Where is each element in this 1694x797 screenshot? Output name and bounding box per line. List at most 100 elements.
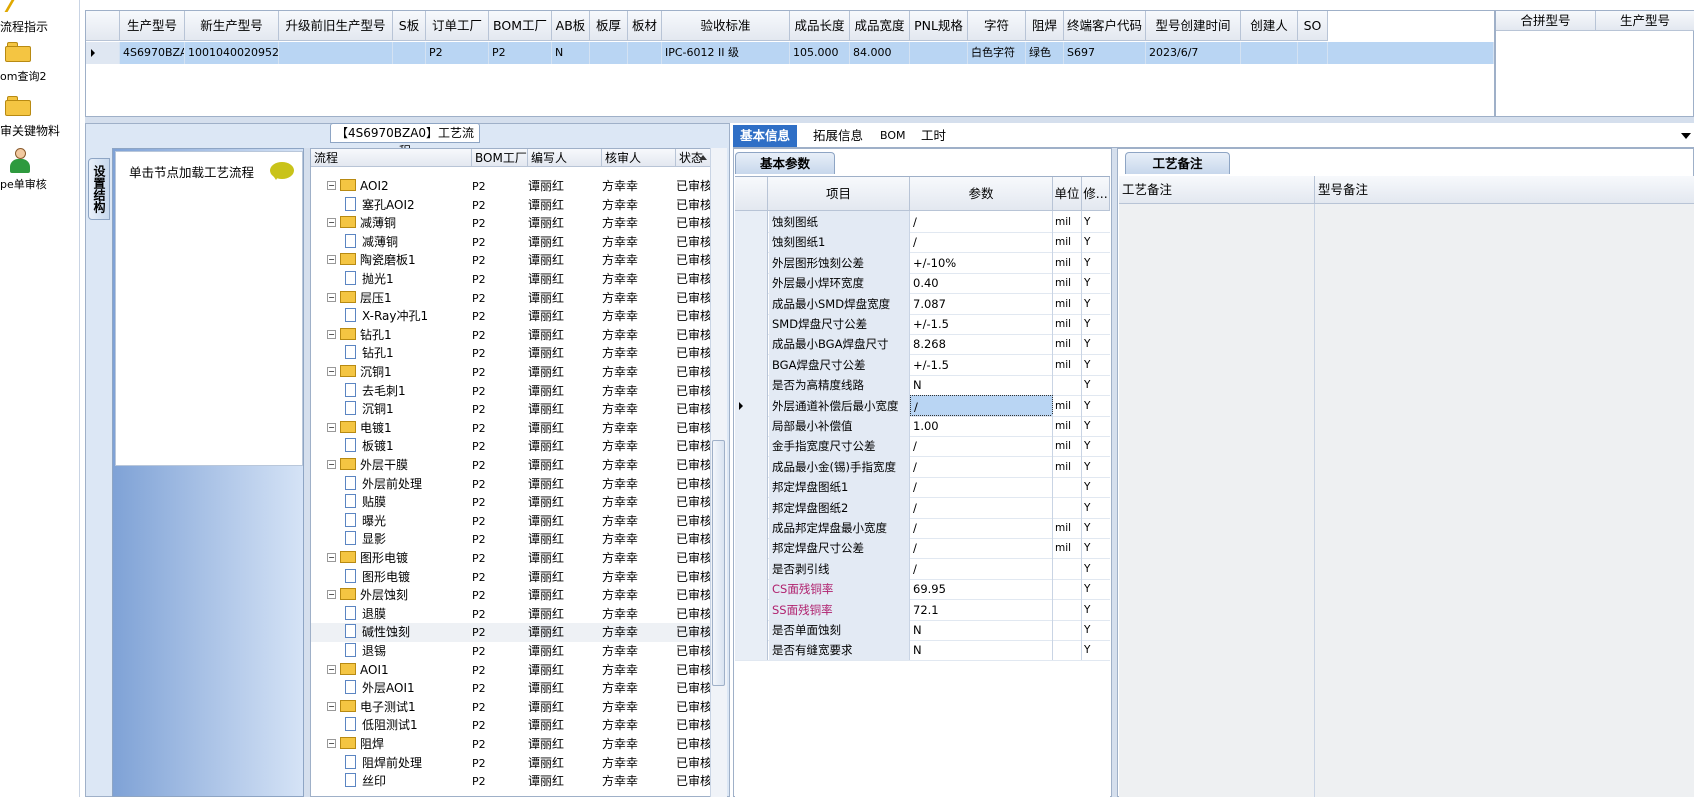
param-row[interactable]: 蚀刻图纸 / mil Y bbox=[735, 211, 1110, 233]
param-row[interactable]: 邦定焊盘尺寸公差 / mil Y bbox=[735, 537, 1110, 560]
tree-col-header[interactable]: 核审人 bbox=[602, 149, 676, 167]
param-row[interactable]: CS面残铜率 69.95 Y bbox=[735, 578, 1110, 601]
row-selector[interactable] bbox=[735, 639, 768, 661]
tree-node[interactable]: 退锡 bbox=[311, 642, 449, 661]
grid-cell[interactable] bbox=[628, 42, 662, 64]
collapse-toggle-icon[interactable]: − bbox=[327, 292, 336, 302]
grid-cell[interactable]: 10010400209525 bbox=[185, 42, 279, 64]
grid-cell[interactable] bbox=[590, 42, 628, 64]
tab-basic-info[interactable]: 基本信息 bbox=[733, 125, 798, 147]
param-value[interactable]: 7.087 bbox=[910, 292, 1053, 314]
param-value[interactable]: / bbox=[910, 496, 1053, 518]
tree-node[interactable]: X-Ray冲孔1 bbox=[311, 307, 449, 326]
collapse-toggle-icon[interactable]: − bbox=[327, 460, 336, 469]
tree-row[interactable]: − 减薄铜 P2 谭丽红 方幸幸 已审核 bbox=[311, 214, 712, 233]
tree-row[interactable]: X-Ray冲孔1 P2 谭丽红 方幸幸 已审核 bbox=[311, 307, 712, 326]
tree-row[interactable]: 钻孔1 P2 谭丽红 方幸幸 已审核 bbox=[311, 344, 712, 363]
tree-row[interactable]: − 外层干膜 P2 谭丽红 方幸幸 已审核 bbox=[311, 456, 712, 475]
col-header[interactable]: 成品长度 bbox=[790, 11, 850, 41]
basic-col-header[interactable]: 项目 bbox=[768, 177, 910, 211]
grid-cell[interactable] bbox=[393, 42, 426, 64]
param-value[interactable]: / bbox=[910, 211, 1053, 232]
tree-node[interactable]: − 陶瓷磨板1 bbox=[311, 251, 449, 270]
param-value[interactable]: N bbox=[910, 619, 1053, 640]
tree-node[interactable]: − 电子测试1 bbox=[311, 698, 449, 717]
col-header[interactable]: SO bbox=[1298, 11, 1328, 41]
tree-node[interactable]: − 阻焊 bbox=[311, 735, 449, 754]
tree-row[interactable]: − 沉铜1 P2 谭丽红 方幸幸 已审核 bbox=[311, 363, 712, 382]
col-header[interactable]: S板 bbox=[393, 11, 426, 41]
row-selector[interactable] bbox=[735, 272, 768, 294]
nav-item-bom-query[interactable]: om查询2 bbox=[0, 68, 78, 84]
row-selector[interactable] bbox=[735, 496, 768, 518]
param-row[interactable]: 是否为高精度线路 N Y bbox=[735, 374, 1110, 397]
tree-node[interactable]: 丝印 bbox=[311, 772, 449, 791]
row-selector[interactable] bbox=[735, 619, 768, 640]
param-value[interactable]: / bbox=[910, 517, 1053, 538]
tree-node[interactable]: − AOI1 bbox=[311, 661, 449, 680]
row-selector[interactable] bbox=[735, 231, 768, 253]
tree-col-header[interactable]: 流程 bbox=[311, 149, 472, 167]
tree-node[interactable]: − 钻孔1 bbox=[311, 326, 449, 345]
grid-cell[interactable] bbox=[910, 42, 968, 64]
param-value[interactable]: / bbox=[910, 435, 1053, 457]
col-header[interactable]: 板厚 bbox=[590, 11, 628, 41]
tree-row[interactable]: 丝印 P2 谭丽红 方幸幸 已审核 bbox=[311, 772, 712, 791]
grid-cell[interactable]: S697 bbox=[1064, 42, 1146, 64]
collapse-toggle-icon[interactable]: − bbox=[327, 739, 336, 748]
col-merge-model[interactable]: 合拼型号 bbox=[1496, 11, 1596, 31]
collapse-toggle-icon[interactable]: − bbox=[327, 701, 336, 711]
tree-node[interactable]: 抛光1 bbox=[311, 270, 449, 289]
collapse-toggle-icon[interactable]: − bbox=[327, 422, 336, 432]
param-value[interactable]: +/-1.5 bbox=[910, 353, 1053, 375]
param-row[interactable]: 局部最小补偿值 1.00 mil Y bbox=[735, 415, 1110, 437]
tree-node[interactable]: 钻孔1 bbox=[311, 344, 449, 363]
tree-row[interactable]: − 外层蚀刻 P2 谭丽红 方幸幸 已审核 bbox=[311, 586, 712, 605]
col-header[interactable]: PNL规格 bbox=[910, 11, 968, 41]
param-value[interactable]: / bbox=[910, 394, 1053, 416]
tree-node[interactable]: 外层AOI1 bbox=[311, 679, 449, 698]
col-header[interactable]: 字符 bbox=[968, 11, 1026, 41]
tree-row[interactable]: − 阻焊 P2 谭丽红 方幸幸 已审核 bbox=[311, 735, 712, 754]
param-row[interactable]: 是否单面蚀刻 N Y bbox=[735, 619, 1110, 641]
grid-cell[interactable]: 84.000 bbox=[850, 42, 910, 64]
param-value[interactable]: / bbox=[910, 537, 1053, 559]
tree-node[interactable]: 去毛刺1 bbox=[311, 382, 449, 401]
tree-row[interactable]: 贴膜 P2 谭丽红 方幸幸 已审核 bbox=[311, 493, 712, 512]
param-value[interactable]: 1.00 bbox=[910, 415, 1053, 436]
col-header[interactable]: 创建人 bbox=[1241, 11, 1298, 41]
col-header[interactable]: 验收标准 bbox=[662, 11, 790, 41]
tree-node[interactable]: 显影 bbox=[311, 530, 449, 549]
tree-node[interactable]: − AOI2 bbox=[311, 177, 449, 196]
col-model-note[interactable]: 型号备注 bbox=[1315, 176, 1694, 204]
tree-row[interactable]: 阻焊前处理 P2 谭丽红 方幸幸 已审核 bbox=[311, 754, 712, 773]
tree-row[interactable]: 外层AOI1 P2 谭丽红 方幸幸 已审核 bbox=[311, 679, 712, 698]
tab-bom[interactable]: BOM bbox=[873, 125, 913, 147]
row-selector[interactable] bbox=[735, 292, 768, 314]
tree-row[interactable]: 外层前处理 P2 谭丽红 方幸幸 已审核 bbox=[311, 475, 712, 494]
tab-process-notes[interactable]: 工艺备注 bbox=[1125, 152, 1230, 174]
basic-col-header[interactable]: 参数 bbox=[910, 177, 1053, 211]
param-row[interactable]: 蚀刻图纸1/mil Y bbox=[735, 231, 1110, 254]
col-process-note[interactable]: 工艺备注 bbox=[1119, 176, 1315, 204]
collapse-toggle-icon[interactable]: − bbox=[327, 329, 336, 339]
row-selector[interactable] bbox=[735, 211, 768, 232]
tree-node[interactable]: 退膜 bbox=[311, 605, 449, 624]
process-note-field[interactable] bbox=[1119, 204, 1315, 797]
tab-work-hours[interactable]: 工时 bbox=[914, 125, 953, 147]
param-value[interactable]: 0.40 bbox=[910, 272, 1053, 294]
basic-col-header[interactable]: 单位 bbox=[1053, 177, 1082, 211]
tree-row[interactable]: − 电镀1 P2 谭丽红 方幸幸 已审核 bbox=[311, 419, 712, 438]
col-header[interactable]: 生产型号 bbox=[120, 11, 185, 41]
col-header[interactable]: 阻焊 bbox=[1026, 11, 1064, 41]
tree-node[interactable]: 碱性蚀刻 bbox=[311, 623, 449, 642]
collapse-toggle-icon[interactable]: − bbox=[327, 590, 336, 600]
row-selector[interactable] bbox=[735, 557, 768, 579]
tree-node[interactable]: − 外层蚀刻 bbox=[311, 586, 449, 605]
param-value[interactable]: N bbox=[910, 374, 1053, 396]
grid-cell[interactable] bbox=[279, 42, 393, 64]
tree-node[interactable]: 阻焊前处理 bbox=[311, 754, 449, 773]
collapse-toggle-icon[interactable]: − bbox=[327, 553, 336, 562]
tree-row[interactable]: 曝光 P2 谭丽红 方幸幸 已审核 bbox=[311, 512, 712, 531]
param-value[interactable]: +/-1.5 bbox=[910, 313, 1053, 334]
